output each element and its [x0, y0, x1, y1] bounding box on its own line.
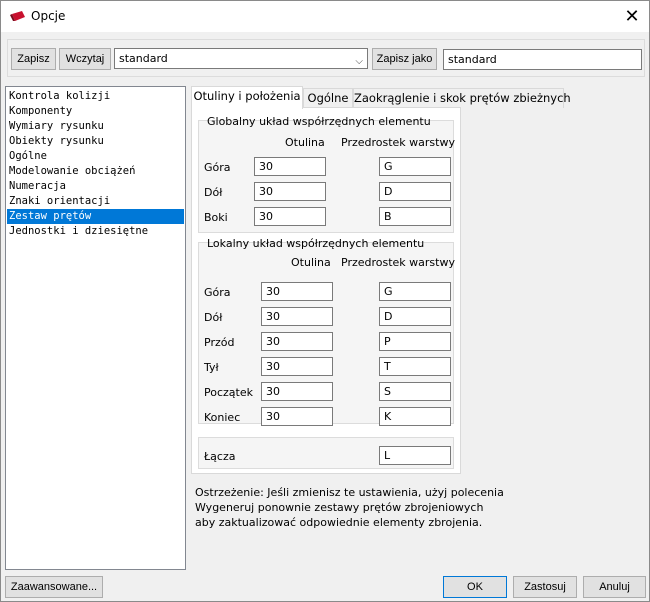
cover-input[interactable]: 30: [254, 207, 326, 226]
tree-item[interactable]: Zestaw prętów: [7, 209, 184, 224]
local-coordinates-group: Lokalny układ współrzędnych elementu Otu…: [198, 237, 455, 426]
tree-item[interactable]: Wymiary rysunku: [7, 119, 184, 134]
preset-select-value: standard: [119, 52, 168, 65]
column-header-prefix: Przedrostek warstwy: [341, 256, 455, 269]
tree-item[interactable]: Komponenty: [7, 104, 184, 119]
row-label: Koniec: [204, 411, 241, 424]
prefix-input[interactable]: T: [379, 357, 451, 376]
links-prefix-input[interactable]: L: [379, 446, 451, 465]
warning-line: aby zaktualizować odpowiednie elementy z…: [195, 516, 483, 529]
save-as-button[interactable]: Zapisz jako: [372, 48, 437, 70]
row-label: Boki: [204, 211, 228, 224]
row-label: Początek: [204, 386, 253, 399]
warning-text: Ostrzeżenie: Jeśli zmienisz te ustawieni…: [195, 485, 515, 530]
group-title: Globalny układ współrzędnych elementu: [207, 115, 431, 128]
prefix-input[interactable]: G: [379, 157, 451, 176]
column-header-prefix: Przedrostek warstwy: [341, 136, 455, 149]
preset-select[interactable]: standard ⌵: [114, 48, 368, 69]
category-tree[interactable]: Kontrola kolizji Komponenty Wymiary rysunk…: [5, 86, 186, 570]
chevron-down-icon: ⌵: [355, 56, 363, 67]
column-header-cover: Otulina: [291, 256, 331, 269]
row-label: Dół: [204, 186, 223, 199]
options-dialog: Opcje ✕ Zapisz Wczytaj standard ⌵ Zapisz…: [0, 0, 650, 602]
tree-item[interactable]: Znaki orientacji: [7, 194, 184, 209]
tree-item[interactable]: Numeracja: [7, 179, 184, 194]
prefix-input[interactable]: S: [379, 382, 451, 401]
cover-input[interactable]: 30: [254, 157, 326, 176]
group-title: Lokalny układ współrzędnych elementu: [207, 237, 425, 250]
advanced-button[interactable]: Zaawansowane...: [5, 576, 103, 598]
apply-button[interactable]: Zastosuj: [513, 576, 577, 598]
app-logo-icon: [10, 11, 25, 21]
row-label: Tył: [204, 361, 219, 374]
row-label: Dół: [204, 311, 223, 324]
tab-covers-positions[interactable]: Otuliny i położenia: [191, 86, 303, 109]
cover-input[interactable]: 30: [261, 357, 333, 376]
save-as-input[interactable]: standard: [443, 49, 642, 70]
cover-input[interactable]: 30: [261, 382, 333, 401]
tree-item[interactable]: Jednostki i dziesiętne: [7, 224, 184, 239]
prefix-input[interactable]: P: [379, 332, 451, 351]
links-label: Łącza: [204, 450, 236, 463]
row-label: Przód: [204, 336, 235, 349]
prefix-input[interactable]: G: [379, 282, 451, 301]
tab-general[interactable]: Ogólne: [303, 88, 353, 108]
cover-input[interactable]: 30: [261, 282, 333, 301]
warning-line: Ostrzeżenie: Jeśli zmienisz te ustawieni…: [195, 486, 504, 499]
tab-panel: Globalny układ współrzędnych elementu Ot…: [191, 107, 461, 474]
column-header-cover: Otulina: [285, 136, 325, 149]
cover-input[interactable]: 30: [261, 407, 333, 426]
prefix-input[interactable]: D: [379, 182, 451, 201]
preset-toolbar: Zapisz Wczytaj standard ⌵ Zapisz jako st…: [7, 39, 645, 77]
warning-line: Wygeneruj ponownie zestawy prętów zbroje…: [195, 501, 484, 514]
tree-item[interactable]: Obiekty rysunku: [7, 134, 184, 149]
cover-input[interactable]: 30: [254, 182, 326, 201]
prefix-input[interactable]: D: [379, 307, 451, 326]
global-coordinates-group: Globalny układ współrzędnych elementu Ot…: [198, 115, 455, 233]
load-button[interactable]: Wczytaj: [59, 48, 111, 70]
tab-rounding-spacing[interactable]: Zaokrąglenie i skok prętów zbieżnych: [353, 88, 571, 108]
close-icon[interactable]: ✕: [615, 1, 649, 32]
links-group: Łącza L: [198, 437, 454, 469]
prefix-input[interactable]: B: [379, 207, 451, 226]
cover-input[interactable]: 30: [261, 307, 333, 326]
cover-input[interactable]: 30: [261, 332, 333, 351]
window-title: Opcje: [31, 9, 66, 23]
save-button[interactable]: Zapisz: [11, 48, 56, 70]
tree-item[interactable]: Kontrola kolizji: [7, 89, 184, 104]
tree-item[interactable]: Modelowanie obciążeń: [7, 164, 184, 179]
ok-button[interactable]: OK: [443, 576, 507, 598]
tree-item[interactable]: Ogólne: [7, 149, 184, 164]
cancel-button[interactable]: Anuluj: [583, 576, 646, 598]
row-label: Góra: [204, 286, 231, 299]
row-label: Góra: [204, 161, 231, 174]
title-bar: Opcje ✕: [1, 1, 649, 32]
prefix-input[interactable]: K: [379, 407, 451, 426]
